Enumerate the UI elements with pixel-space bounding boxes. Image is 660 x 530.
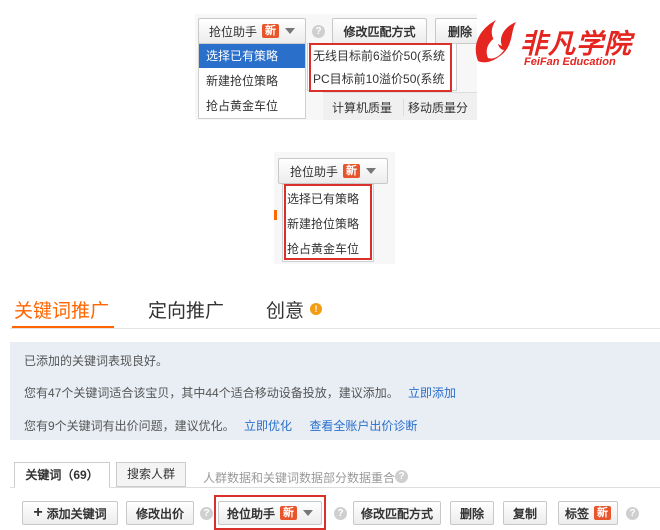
column-mobile-quality[interactable]: 移动质量分: [403, 99, 468, 116]
chevron-down-icon: [366, 168, 376, 174]
modify-match-button[interactable]: 修改匹配方式: [353, 501, 441, 525]
info-line-3: 您有9个关键词有出价问题，建议优化。 立即优化 查看全账户出价诊断: [24, 419, 418, 433]
subtab-note: 人群数据和关键词数据部分数据重合: [203, 471, 396, 485]
subtab-search-crowd[interactable]: 搜索人群: [116, 462, 186, 487]
logo-en-text: FeiFan Education: [524, 56, 616, 68]
plus-icon: +: [33, 504, 43, 521]
help-icon[interactable]: ?: [626, 507, 639, 520]
highlight-box: [309, 43, 452, 92]
modify-match-button[interactable]: 修改匹配方式: [332, 18, 427, 44]
info-line-1: 已添加的关键词表现良好。: [24, 354, 169, 368]
new-badge: 新: [262, 24, 279, 38]
menu-item-golden-slot[interactable]: 抢占黄金车位: [199, 94, 305, 118]
feifan-logo: 非凡学院 FeiFan Education: [470, 16, 650, 70]
dropdown-menu: 选择已有策略 新建抢位策略 抢占黄金车位: [198, 43, 306, 119]
add-now-link[interactable]: 立即添加: [408, 386, 456, 400]
info-line-2: 您有47个关键词适合该宝贝，其中44个适合移动设备投放，建议添加。 立即添加: [24, 386, 457, 400]
modify-bid-button[interactable]: 修改出价: [126, 501, 194, 525]
tab-targeted-promotion[interactable]: 定向推广: [148, 296, 224, 323]
rob-helper-label: 抢位助手: [208, 24, 257, 39]
help-icon[interactable]: ?: [200, 507, 213, 520]
subtab-keywords[interactable]: 关键词（69）: [14, 462, 110, 488]
chevron-down-icon: [285, 28, 295, 34]
rob-helper-button[interactable]: 抢位助手 新: [198, 18, 306, 44]
help-icon[interactable]: ?: [395, 470, 408, 483]
optimize-now-link[interactable]: 立即优化: [244, 419, 292, 433]
copy-button[interactable]: 复制: [503, 501, 547, 525]
help-icon[interactable]: ?: [334, 507, 347, 520]
help-icon[interactable]: ?: [312, 25, 325, 38]
highlight-box: [284, 184, 372, 260]
add-keyword-button[interactable]: + 添加关键词: [22, 501, 118, 525]
orange-marker: [274, 210, 277, 220]
menu-item-new-strategy[interactable]: 新建抢位策略: [199, 69, 305, 93]
info-dot-icon: !: [310, 303, 322, 315]
tabs-divider: [10, 328, 660, 329]
column-pc-quality[interactable]: 计算机质量: [332, 99, 392, 116]
rob-helper-button[interactable]: 抢位助手 新: [278, 158, 388, 184]
new-badge: 新: [594, 506, 611, 520]
new-badge: 新: [343, 164, 360, 178]
middle-crop: 抢位助手 新 选择已有策略 新建抢位策略 抢占黄金车位: [274, 152, 395, 264]
tab-creative[interactable]: 创意: [266, 296, 304, 323]
menu-item-select-strategy[interactable]: 选择已有策略: [199, 44, 305, 68]
tab-keyword-promotion[interactable]: 关键词推广: [14, 296, 109, 323]
top-crop: 抢位助手 新 ? 修改匹配方式 删除 计算机质量 移动质量分 选择已有策略 新建…: [195, 14, 477, 120]
flame-icon: [475, 20, 516, 63]
table-header: 计算机质量 移动质量分: [323, 92, 477, 120]
delete-button[interactable]: 删除: [450, 501, 494, 525]
highlight-box: [214, 495, 326, 530]
main-crop: 关键词推广 定向推广 创意 ! 已添加的关键词表现良好。 您有47个关键词适合该…: [10, 286, 660, 530]
bid-diagnosis-link[interactable]: 查看全账户出价诊断: [309, 419, 417, 433]
tag-button[interactable]: 标签 新: [558, 501, 618, 525]
